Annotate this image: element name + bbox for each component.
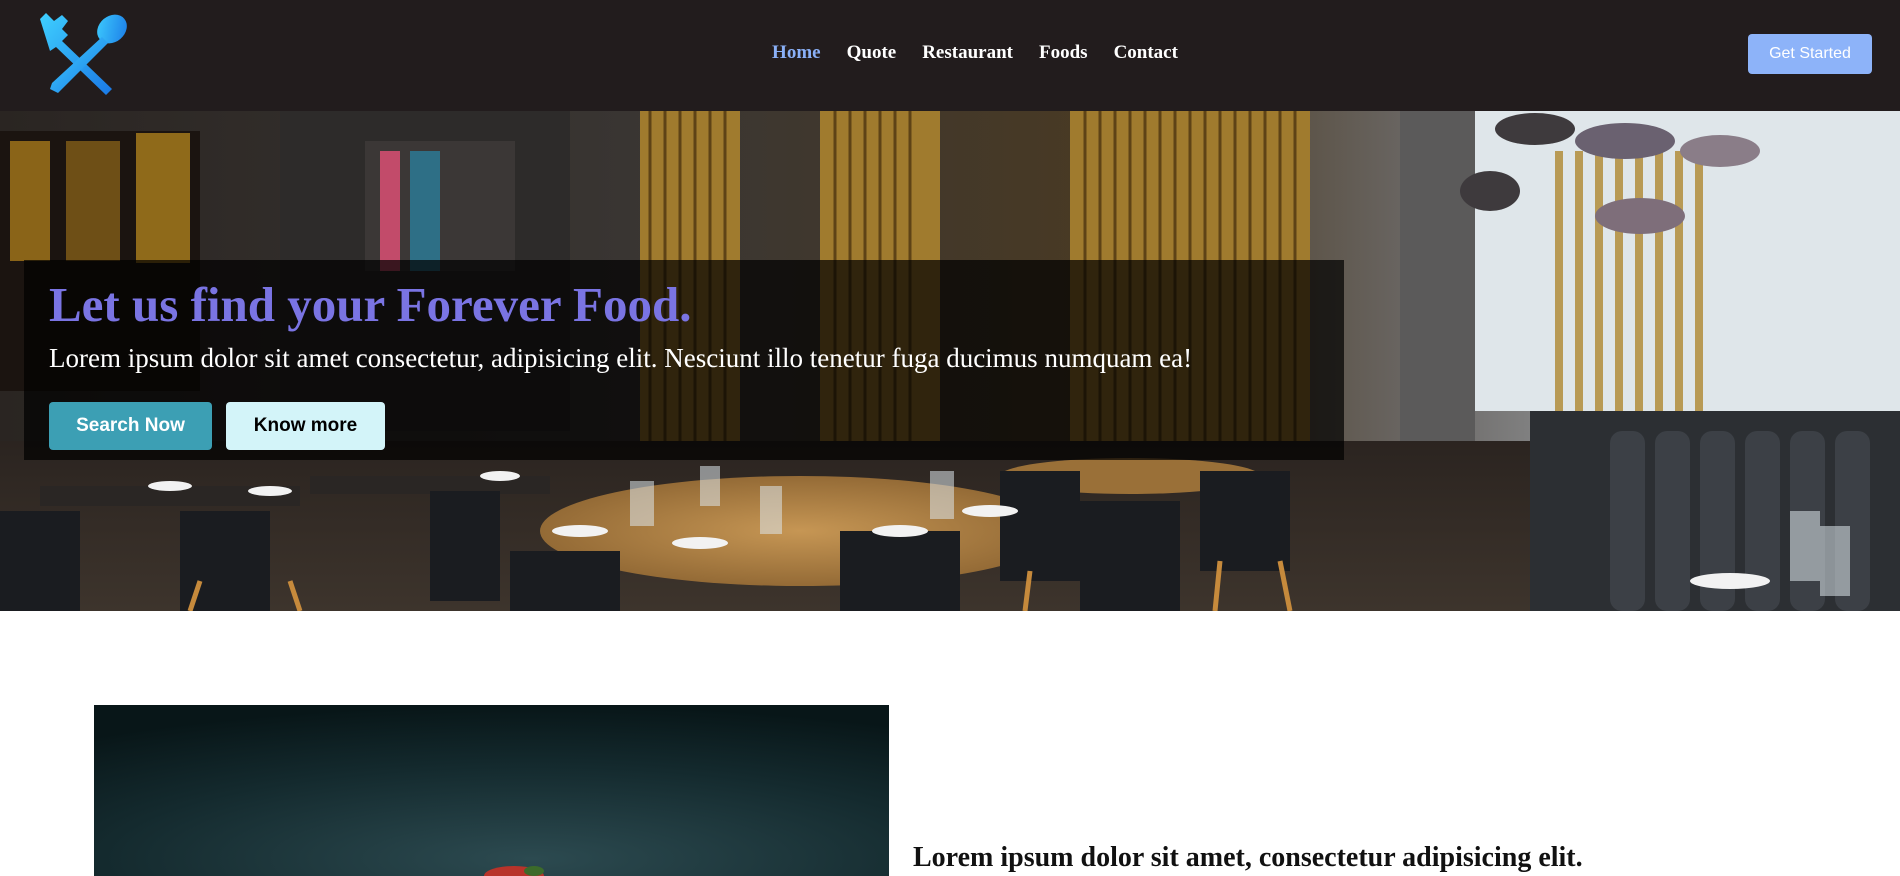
nav-link-home[interactable]: Home [772, 42, 821, 64]
main-navigation: Home Quote Restaurant Foods Contact [0, 42, 1900, 64]
hero-subtitle: Lorem ipsum dolor sit amet consectetur, … [49, 343, 1193, 373]
hero-banner: Let us find your Forever Food. Lorem ips… [0, 111, 1900, 611]
get-started-button[interactable]: Get Started [1748, 34, 1872, 74]
feature-food-image [94, 705, 889, 876]
hero-title: Let us find your Forever Food. [49, 277, 692, 332]
top-navbar: Home Quote Restaurant Foods Contact Get … [0, 0, 1900, 111]
nav-link-foods[interactable]: Foods [1039, 42, 1088, 64]
nav-link-restaurant[interactable]: Restaurant [922, 42, 1013, 64]
feature-heading: Lorem ipsum dolor sit amet, consectetur … [913, 842, 1583, 873]
nav-link-quote[interactable]: Quote [847, 42, 897, 64]
dark-food-photo [94, 705, 889, 876]
know-more-button[interactable]: Know more [226, 402, 385, 450]
nav-link-contact[interactable]: Contact [1114, 42, 1178, 64]
search-now-button[interactable]: Search Now [49, 402, 212, 450]
